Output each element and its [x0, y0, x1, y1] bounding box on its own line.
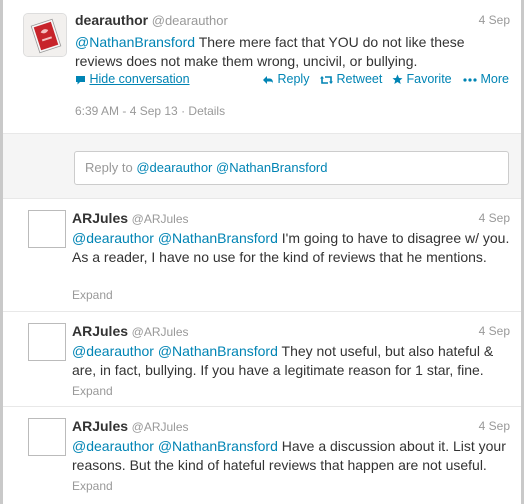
author-fullname[interactable]: dearauthor: [75, 12, 148, 28]
reply-tweet[interactable]: ARJules @ARJules 4 Sep @dearauthor @Nath…: [3, 312, 521, 407]
expand-link[interactable]: Expand: [72, 479, 113, 493]
tweet-time[interactable]: 4 Sep: [479, 13, 510, 27]
favorite-button[interactable]: Favorite: [392, 72, 452, 86]
avatar[interactable]: [23, 13, 67, 57]
expand-link[interactable]: Expand: [72, 288, 113, 302]
avatar[interactable]: [28, 210, 66, 248]
tweet-header: ARJules @ARJules: [72, 210, 189, 226]
timestamp: 6:39 AM - 4 Sep 13: [75, 104, 178, 118]
author-fullname[interactable]: ARJules: [72, 323, 128, 339]
avatar-book-icon: [24, 14, 66, 56]
reply-arrow-icon: [263, 75, 273, 84]
retweet-button[interactable]: Retweet: [320, 72, 382, 86]
tweet-header: ARJules @ARJules: [72, 418, 189, 434]
main-tweet: dearauthor @dearauthor 4 Sep @NathanBran…: [3, 0, 521, 133]
author-fullname[interactable]: ARJules: [72, 418, 128, 434]
tweet-time[interactable]: 4 Sep: [479, 419, 510, 433]
author-username[interactable]: @ARJules: [132, 212, 189, 226]
reply-input[interactable]: Reply to @dearauthor @NathanBransford: [74, 151, 509, 185]
reply-tweet[interactable]: ARJules @ARJules 4 Sep @dearauthor @Nath…: [3, 407, 521, 504]
tweet-meta: 6:39 AM - 4 Sep 13 · Details: [75, 104, 226, 118]
author-username[interactable]: @dearauthor: [152, 13, 228, 28]
tweet-text: @dearauthor @NathanBransford I'm going t…: [72, 229, 512, 267]
reply-mentions: @dearauthor @NathanBransford: [136, 160, 328, 175]
mention-link[interactable]: @NathanBransford: [75, 34, 195, 50]
mention-link[interactable]: @dearauthor @NathanBransford: [72, 343, 278, 359]
retweet-icon: [320, 75, 333, 84]
tweet-text: @dearauthor @NathanBransford Have a disc…: [72, 437, 512, 475]
author-username[interactable]: @ARJules: [132, 325, 189, 339]
mention-link[interactable]: @dearauthor @NathanBransford: [72, 438, 278, 454]
avatar[interactable]: [28, 323, 66, 361]
chat-bubble-icon: [76, 75, 85, 85]
details-link[interactable]: Details: [188, 104, 225, 118]
tweet-time[interactable]: 4 Sep: [479, 324, 510, 338]
avatar[interactable]: [28, 418, 66, 456]
tweet-text: @dearauthor @NathanBransford They not us…: [72, 342, 512, 380]
author-username[interactable]: @ARJules: [132, 420, 189, 434]
tweet-time[interactable]: 4 Sep: [479, 211, 510, 225]
star-icon: [392, 74, 403, 85]
reply-button[interactable]: Reply: [262, 72, 309, 86]
reply-area: Reply to @dearauthor @NathanBransford: [3, 133, 521, 199]
more-button[interactable]: More: [463, 72, 509, 86]
reply-tweet[interactable]: ARJules @ARJules 4 Sep @dearauthor @Nath…: [3, 199, 521, 312]
tweet-header: dearauthor @dearauthor: [75, 12, 228, 28]
tweet-header: ARJules @ARJules: [72, 323, 189, 339]
more-dots-icon: [463, 78, 477, 82]
hide-conversation-link[interactable]: Hide conversation: [75, 72, 190, 86]
mention-link[interactable]: @dearauthor @NathanBransford: [72, 230, 278, 246]
expand-link[interactable]: Expand: [72, 384, 113, 398]
author-fullname[interactable]: ARJules: [72, 210, 128, 226]
tweet-text: @NathanBransford There mere fact that YO…: [75, 33, 505, 71]
